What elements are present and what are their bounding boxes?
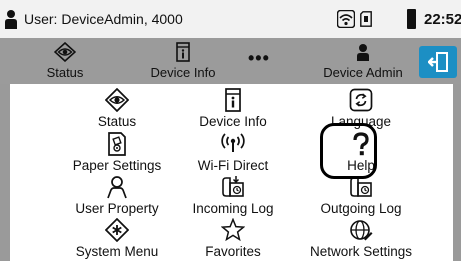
- exit-button[interactable]: [419, 46, 457, 78]
- wifi-direct-icon: [221, 133, 245, 152]
- status-eye-icon: [105, 88, 129, 112]
- clock: 22:52: [424, 11, 461, 28]
- language-icon: [349, 88, 373, 112]
- outgoing-log-icon: [350, 177, 372, 197]
- user-icon: [357, 44, 369, 61]
- tab-status-label: Status: [46, 65, 84, 80]
- exit-door-icon: [428, 52, 448, 72]
- current-user-label: User: DeviceAdmin, 4000: [24, 11, 183, 27]
- network-settings-icon: [350, 220, 373, 241]
- tab-device-admin[interactable]: Device Admin: [318, 38, 408, 84]
- status-bar: User: DeviceAdmin, 4000 22:52: [0, 0, 461, 38]
- device-info-icon: [176, 42, 190, 62]
- tab-device-info[interactable]: Device Info: [143, 38, 223, 84]
- wifi-status-icon: [337, 10, 355, 28]
- user-property-icon: [107, 176, 127, 199]
- battery-icon: [407, 9, 416, 29]
- tab-status[interactable]: Status: [30, 38, 100, 84]
- menu-item-label: Outgoing Log: [320, 201, 402, 216]
- incoming-log-icon: [222, 176, 244, 197]
- user-icon: [5, 10, 17, 29]
- tab-device-info-label: Device Info: [150, 65, 216, 80]
- tab-bar: Status Device Info ••• Device Admin: [0, 38, 461, 84]
- menu-item-label: Help: [347, 158, 375, 173]
- device-info-icon: [225, 88, 241, 112]
- paper-settings-icon: [108, 132, 126, 156]
- menu-panel: Status Device Info Language Paper Settin…: [10, 84, 453, 261]
- menu-item-label: Language: [330, 114, 392, 129]
- status-eye-icon: [54, 42, 76, 62]
- menu-item-language[interactable]: Language: [286, 88, 436, 132]
- tab-device-admin-label: Device Admin: [323, 65, 403, 80]
- help-icon: [353, 132, 369, 156]
- more-icon[interactable]: •••: [248, 48, 270, 69]
- menu-item-label: Network Settings: [309, 244, 413, 259]
- system-menu-icon: [105, 218, 129, 242]
- menu-item-help[interactable]: Help: [286, 132, 436, 176]
- favorites-star-icon: [221, 218, 245, 242]
- menu-item-network-settings[interactable]: Network Settings: [286, 218, 436, 261]
- storage-card-icon: [360, 11, 372, 27]
- menu-item-outgoing-log[interactable]: Outgoing Log: [286, 175, 436, 219]
